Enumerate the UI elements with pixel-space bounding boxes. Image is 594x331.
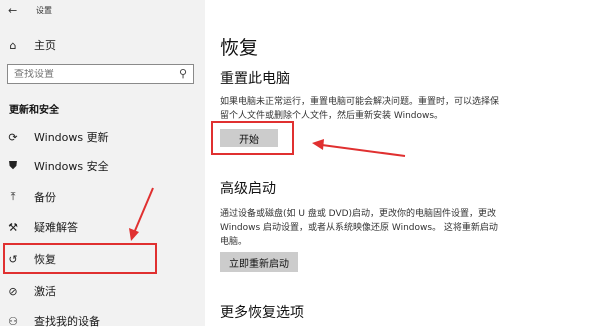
search-icon[interactable]: ⚲: [179, 67, 187, 80]
search-box[interactable]: ⚲: [7, 64, 194, 84]
back-arrow-icon[interactable]: ←: [8, 4, 22, 17]
sidebar-item-home[interactable]: ⌂ 主页: [6, 35, 57, 55]
shield-icon: ⛊: [8, 159, 18, 172]
sidebar-item-label: Windows 安全: [34, 160, 109, 173]
title-bar: ← 设置: [8, 3, 52, 17]
sidebar-item-label: 疑难解答: [34, 221, 78, 234]
sidebar-item-windows-security[interactable]: ⛊ Windows 安全: [6, 156, 109, 176]
advanced-startup-heading: 高级启动: [220, 181, 276, 197]
wrench-icon: ⚒: [8, 220, 18, 234]
sidebar-item-label: 激活: [34, 285, 56, 298]
sidebar-item-label: 主页: [34, 39, 56, 52]
sync-icon: ⟳: [8, 130, 18, 144]
section-heading: 更新和安全: [9, 105, 59, 116]
home-icon: ⌂: [9, 38, 17, 52]
sidebar-item-troubleshoot[interactable]: ⚒ 疑难解答: [6, 217, 78, 237]
sidebar-item-backup[interactable]: ⤒ 备份: [6, 187, 56, 207]
sidebar-item-windows-update[interactable]: ⟳ Windows 更新: [6, 127, 109, 147]
sidebar-item-label: 查找我的设备: [34, 315, 100, 328]
check-circle-icon: ⊘: [8, 284, 18, 298]
sidebar-item-label: 备份: [34, 191, 56, 204]
start-button[interactable]: 开始: [220, 129, 278, 147]
sidebar: ← 设置 ⌂ 主页 ⚲ 更新和安全 ⟳ Windows 更新 ⛊ Windows…: [0, 0, 205, 328]
sidebar-item-label: Windows 更新: [34, 131, 109, 144]
backup-arrow-icon: ⤒: [10, 190, 16, 203]
restart-now-button[interactable]: 立即重新启动: [220, 252, 298, 272]
sidebar-item-find-my-device[interactable]: ⚇ 查找我的设备: [6, 311, 100, 331]
more-recovery-options-heading: 更多恢复选项: [220, 305, 304, 321]
advanced-startup-description: 通过设备或磁盘(如 U 盘或 DVD)启动，更改你的电脑固件设置，更改 Wind…: [220, 209, 498, 247]
reset-pc-heading: 重置此电脑: [220, 71, 290, 87]
search-input[interactable]: [8, 68, 174, 80]
app-title: 设置: [36, 5, 52, 15]
reset-pc-description: 如果电脑未正常运行，重置电脑可能会解决问题。重置时，可以选择保留个人文件或删除个…: [220, 97, 500, 121]
sidebar-item-activation[interactable]: ⊘ 激活: [6, 281, 56, 301]
page-title: 恢复: [220, 37, 259, 59]
main-content: 恢复 重置此电脑 如果电脑未正常运行，重置电脑可能会解决问题。重置时，可以选择保…: [205, 0, 594, 326]
highlight-box-recovery: [3, 243, 157, 274]
